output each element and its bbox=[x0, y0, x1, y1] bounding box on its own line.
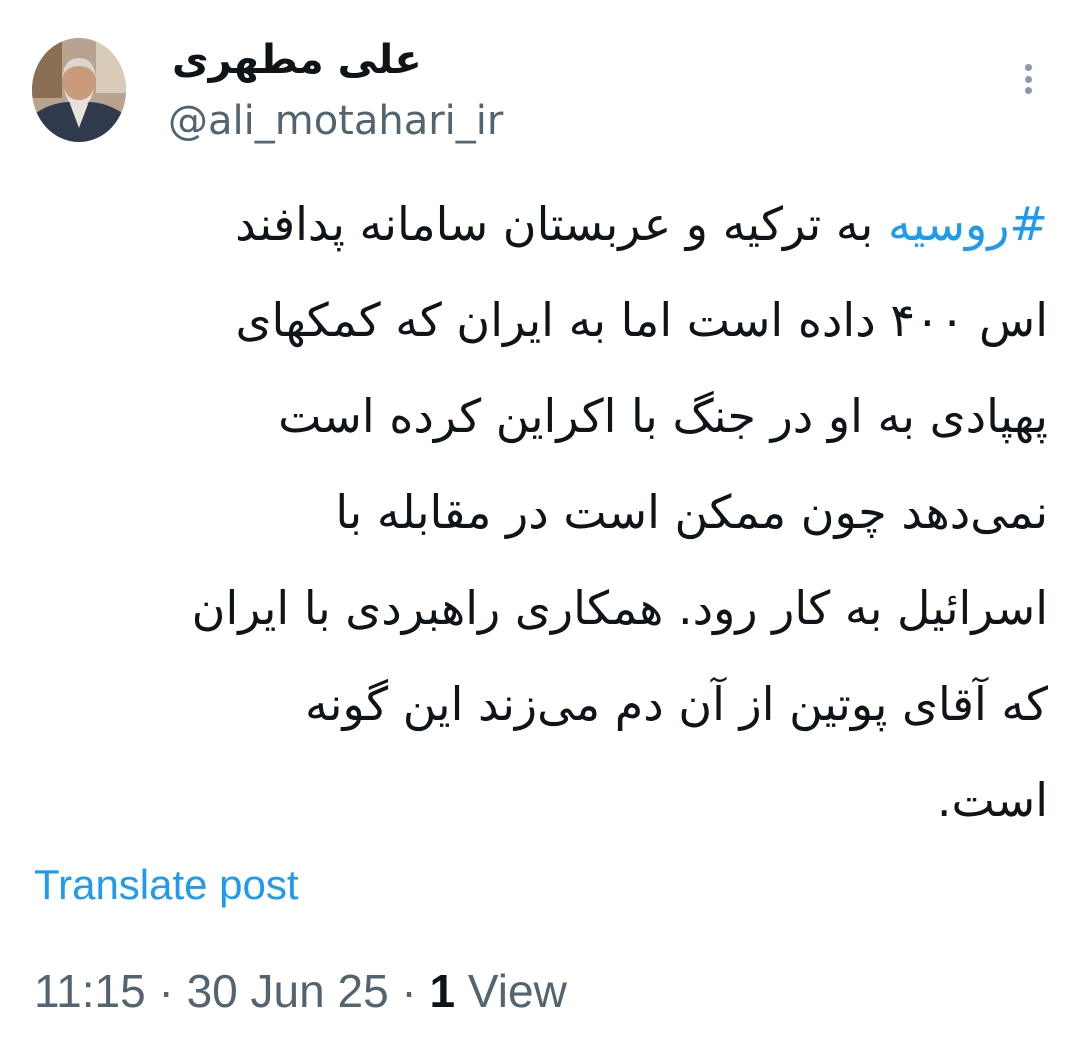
more-options-button[interactable] bbox=[1006, 56, 1050, 102]
meta-separator: · bbox=[145, 965, 187, 1017]
post-time[interactable]: 11:15 bbox=[34, 965, 146, 1017]
author-handle[interactable]: @ali_motahari_ir bbox=[168, 92, 503, 150]
post-date[interactable]: 30 Jun 25 bbox=[187, 965, 389, 1017]
avatar[interactable] bbox=[32, 38, 126, 142]
more-vertical-icon bbox=[1024, 64, 1032, 71]
meta-separator: · bbox=[388, 965, 430, 1017]
more-vertical-icon-dot bbox=[1024, 87, 1032, 94]
tweet-line: اس ۴۰۰ داده است اما به ایران که کمکهای bbox=[235, 293, 1049, 347]
views-label: View bbox=[455, 965, 567, 1017]
tweet-line: اسرائیل به کار رود. همکاری راهبردی با ای… bbox=[191, 581, 1048, 635]
more-vertical-icon-dot bbox=[1024, 75, 1032, 83]
tweet-line: پهپادی به او در جنگ با اکراین کرده است bbox=[278, 389, 1048, 443]
avatar-photo bbox=[32, 38, 126, 142]
hashtag-link[interactable]: #روسیه bbox=[888, 197, 1048, 251]
tweet-meta: 11:15 · 30 Jun 25 · 1 View bbox=[34, 960, 567, 1022]
tweet-line-text: به ترکیه و عربستان سامانه پدافند bbox=[235, 197, 888, 251]
tweet-line: که آقای پوتین از آن دم می‌زند این گونه bbox=[305, 677, 1048, 731]
tweet-line: است. bbox=[936, 773, 1048, 827]
tweet-line: نمی‌دهد چون ممکن است در مقابله با bbox=[335, 485, 1048, 539]
views-count: 1 bbox=[429, 965, 456, 1017]
tweet-line: #روسیه به ترکیه و عربستان سامانه پدافند bbox=[32, 176, 1048, 272]
tweet-text: #روسیه به ترکیه و عربستان سامانه پدافند … bbox=[32, 176, 1048, 848]
translate-post-link[interactable]: Translate post bbox=[34, 856, 299, 914]
author-display-name[interactable]: علی مطهری bbox=[172, 30, 422, 90]
